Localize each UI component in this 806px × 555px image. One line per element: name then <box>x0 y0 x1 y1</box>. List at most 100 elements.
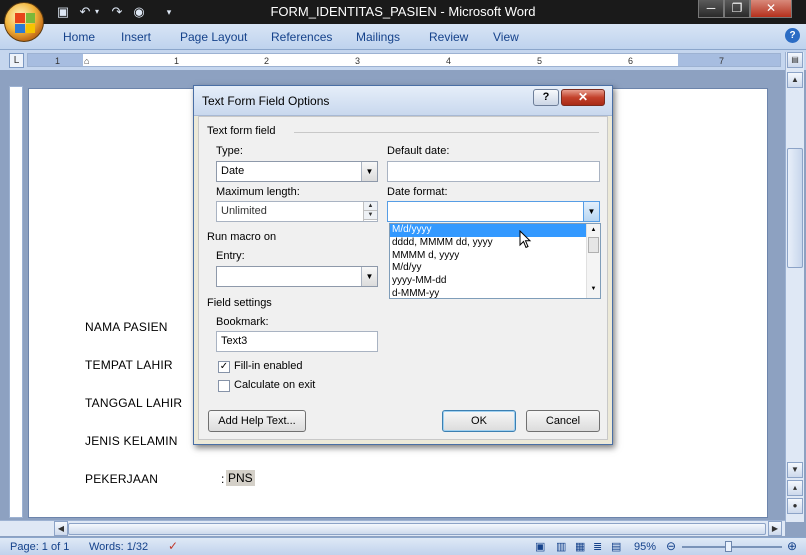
date-format-option[interactable]: d-MMM-yy <box>390 288 600 298</box>
field-label-tanggal-lahir: TANGGAL LAHIR <box>85 396 183 410</box>
field-label-pekerjaan: PEKERJAAN <box>85 472 159 486</box>
date-format-option[interactable]: M/d/yyyy <box>390 224 600 237</box>
help-icon[interactable]: ? <box>785 28 800 43</box>
restore-button[interactable]: ❐ <box>724 0 750 18</box>
scroll-down-icon[interactable]: ▼ <box>587 283 600 295</box>
mouse-pointer-icon <box>519 230 532 249</box>
default-date-input[interactable] <box>387 161 600 182</box>
date-format-label: Date format: <box>387 186 448 198</box>
previous-page-icon[interactable]: ▴ <box>787 480 803 496</box>
ruler-number: 3 <box>355 56 361 66</box>
cancel-button[interactable]: Cancel <box>526 410 600 432</box>
dialog-title-bar[interactable]: Text Form Field Options ? ✕ <box>194 86 612 116</box>
proofing-icon[interactable]: ✓ <box>168 539 178 553</box>
horizontal-ruler[interactable]: ⌂ 1 1 2 3 4 5 6 7 <box>27 53 781 67</box>
date-format-select[interactable]: ▼ <box>387 201 600 222</box>
status-bar: Page: 1 of 1 Words: 1/32 ✓ ▣ ▥ ▦ ≣ ▤ 95%… <box>0 537 806 555</box>
vertical-ruler[interactable] <box>9 86 23 518</box>
chevron-down-icon[interactable]: ▼ <box>361 162 377 181</box>
minimize-button[interactable]: ─ <box>698 0 724 18</box>
max-length-input[interactable]: Unlimited ▲ ▼ <box>216 201 378 222</box>
date-format-option[interactable]: yyyy-MM-dd <box>390 275 600 288</box>
form-field-pekerjaan[interactable]: PNS <box>226 470 255 486</box>
outline-icon[interactable]: ≣ <box>593 540 602 553</box>
draft-icon[interactable]: ▤ <box>611 540 621 553</box>
entry-select[interactable]: ▼ <box>216 266 378 287</box>
fill-in-enabled-label[interactable]: Fill-in enabled <box>234 360 302 372</box>
scroll-left-icon[interactable]: ◀ <box>54 521 68 536</box>
vertical-scrollbar[interactable]: ▤ ▲ ▼ ▴ ● <box>785 52 804 522</box>
type-select-value: Date <box>221 165 245 177</box>
date-format-option[interactable]: M/d/yy <box>390 262 600 275</box>
customize-toolbar-icon[interactable]: ▾ <box>160 3 178 21</box>
horizontal-scroll-thumb[interactable] <box>68 523 766 535</box>
bookmark-input[interactable]: Text3 <box>216 331 378 352</box>
office-logo-icon <box>15 13 35 33</box>
max-length-spinner[interactable]: ▲ ▼ <box>363 202 377 221</box>
undo-dropdown-icon[interactable]: ▾ <box>92 3 102 21</box>
dialog-help-button[interactable]: ? <box>533 89 559 106</box>
ruler-number: 1 <box>55 56 61 66</box>
page-indicator[interactable]: Page: 1 of 1 <box>10 541 69 553</box>
tab-home[interactable]: Home <box>63 30 95 44</box>
calculate-on-exit-checkbox[interactable] <box>218 380 230 392</box>
tab-view[interactable]: View <box>493 30 519 44</box>
dropdown-scrollbar[interactable]: ▲ ▼ <box>586 224 600 298</box>
zoom-out-icon[interactable]: ⊖ <box>666 539 676 553</box>
add-help-text-button[interactable]: Add Help Text... <box>208 410 306 432</box>
zoom-slider-thumb[interactable] <box>725 541 732 552</box>
scroll-up-icon[interactable]: ▲ <box>787 72 803 88</box>
chevron-down-icon[interactable]: ▼ <box>361 267 377 286</box>
vertical-scroll-thumb[interactable] <box>787 148 803 268</box>
date-format-option[interactable]: dddd, MMMM dd, yyyy <box>390 237 600 250</box>
tab-mailings[interactable]: Mailings <box>356 30 400 44</box>
field-label-jenis-kelamin: JENIS KELAMIN <box>85 434 178 448</box>
redo-icon[interactable]: ↷ <box>108 3 126 21</box>
group-field-settings: Field settings <box>207 297 272 309</box>
fill-in-enabled-checkbox[interactable]: ✓ <box>218 361 230 373</box>
text-form-field-options-dialog: Text Form Field Options ? ✕ Text form fi… <box>193 85 613 445</box>
spin-up-icon[interactable]: ▲ <box>364 202 377 211</box>
date-format-option[interactable]: MMMM d, yyyy <box>390 250 600 263</box>
dropdown-scroll-thumb[interactable] <box>588 237 599 253</box>
close-button[interactable]: ✕ <box>750 0 792 18</box>
tab-insert[interactable]: Insert <box>121 30 151 44</box>
dialog-close-button[interactable]: ✕ <box>561 89 605 106</box>
spin-down-icon[interactable]: ▼ <box>364 211 377 220</box>
field-label-tempat-lahir: TEMPAT LAHIR <box>85 358 173 372</box>
horizontal-scrollbar[interactable]: ◀ ▶ <box>0 520 785 536</box>
group-run-macro: Run macro on <box>207 231 277 243</box>
office-button[interactable] <box>4 2 44 42</box>
ruler-toggle-icon[interactable]: ▤ <box>787 52 803 68</box>
spelling-icon[interactable]: ◉ <box>130 3 148 21</box>
date-format-dropdown-list[interactable]: M/d/yyyy dddd, MMMM dd, yyyy MMMM d, yyy… <box>389 223 601 299</box>
web-layout-icon[interactable]: ▦ <box>575 540 585 553</box>
dialog-body: Text form field Type: Date ▼ Default dat… <box>198 116 608 440</box>
browse-object-icon[interactable]: ● <box>787 498 803 514</box>
zoom-slider[interactable] <box>682 546 782 548</box>
indent-marker-icon[interactable]: ⌂ <box>84 56 89 66</box>
tab-references[interactable]: References <box>271 30 332 44</box>
tab-selector[interactable]: L <box>9 53 24 68</box>
scroll-down-icon[interactable]: ▼ <box>787 462 803 478</box>
save-icon[interactable]: ▣ <box>54 3 72 21</box>
type-select[interactable]: Date ▼ <box>216 161 378 182</box>
tab-page-layout[interactable]: Page Layout <box>180 30 247 44</box>
full-screen-reading-icon[interactable]: ▥ <box>556 540 566 553</box>
tab-review[interactable]: Review <box>429 30 468 44</box>
default-date-label: Default date: <box>387 145 450 157</box>
ruler-number: 5 <box>537 56 543 66</box>
ruler-number: 6 <box>628 56 634 66</box>
calculate-on-exit-label[interactable]: Calculate on exit <box>234 379 315 391</box>
scroll-right-icon[interactable]: ▶ <box>768 521 782 536</box>
chevron-down-icon[interactable]: ▼ <box>583 202 599 221</box>
ok-button[interactable]: OK <box>442 410 516 432</box>
entry-label: Entry: <box>216 250 245 262</box>
max-length-value: Unlimited <box>221 205 267 217</box>
zoom-level[interactable]: 95% <box>634 541 656 553</box>
zoom-in-icon[interactable]: ⊕ <box>787 539 797 553</box>
max-length-label: Maximum length: <box>216 186 300 198</box>
scroll-up-icon[interactable]: ▲ <box>587 224 600 236</box>
word-count[interactable]: Words: 1/32 <box>89 541 148 553</box>
print-layout-icon[interactable]: ▣ <box>535 540 545 553</box>
